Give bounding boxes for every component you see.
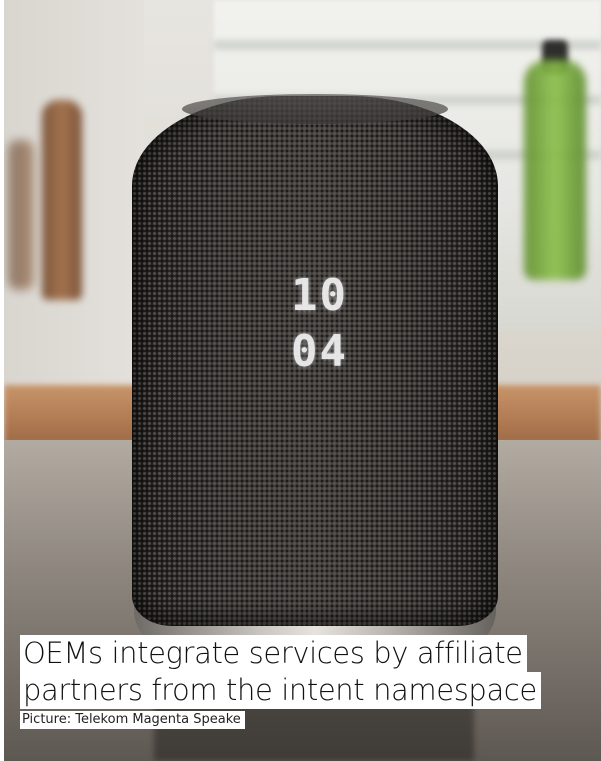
background-pepper-mill <box>8 140 34 290</box>
photo-credit: Picture: Telekom Magenta Speake <box>20 711 245 729</box>
speaker-top-cap <box>182 94 448 124</box>
clock-minutes: 04 <box>291 326 348 377</box>
caption-line-1: OEMs integrate services by affiliate <box>20 635 527 672</box>
caption-line-2: partners from the intent namespace <box>20 672 541 709</box>
article-figure: 10 04 OEMs integrate services by affilia… <box>0 0 601 761</box>
clock-hours: 10 <box>291 270 348 321</box>
background-green-bottle <box>524 60 586 280</box>
led-clock-display: 10 04 <box>266 268 356 398</box>
background-pepper-mill <box>42 100 82 300</box>
